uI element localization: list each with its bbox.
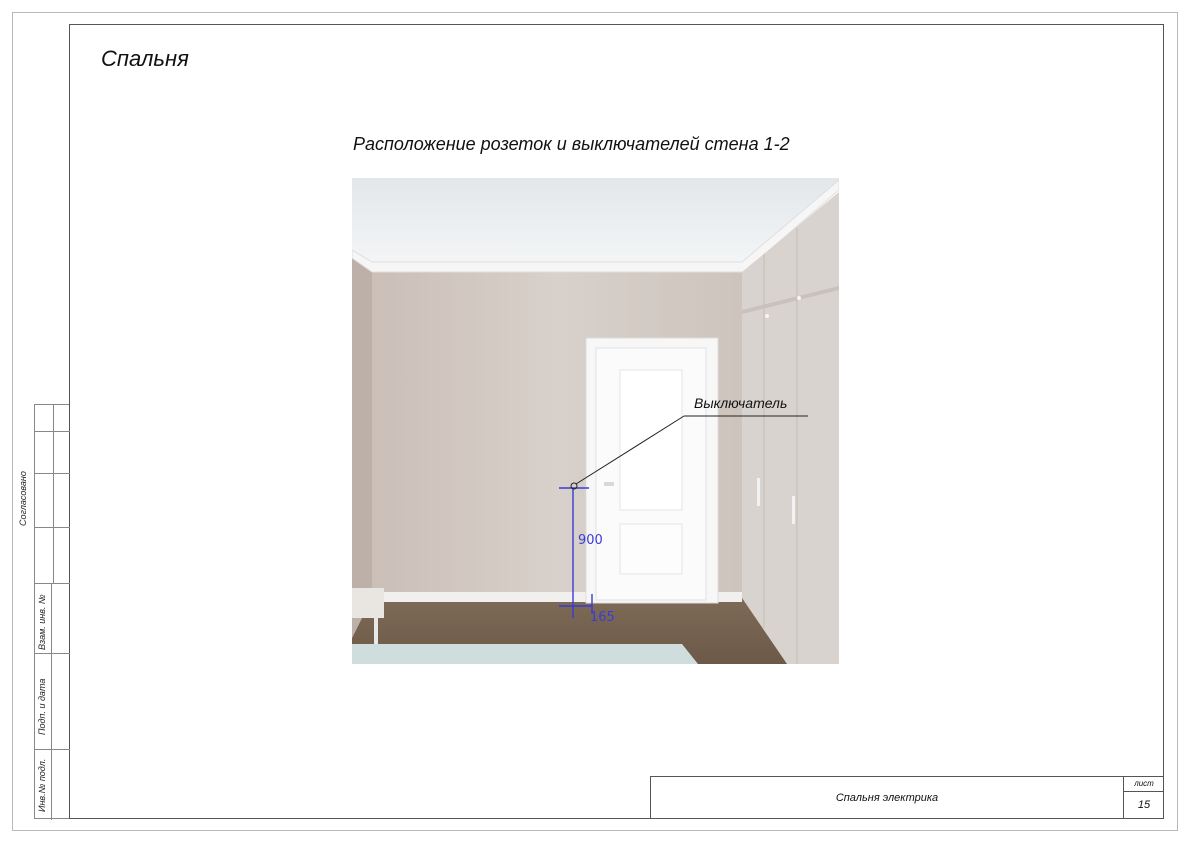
title-block: Спальня электрика лист 15 xyxy=(650,776,1164,819)
room-render xyxy=(352,178,839,664)
sheet-label: лист xyxy=(1124,777,1164,792)
inv-orig-label: Инв.№ подл. xyxy=(37,758,47,812)
approved-label: Согласовано xyxy=(18,471,28,526)
sign-date-label: Подп. и дата xyxy=(37,678,47,735)
dimension-height: 900 xyxy=(578,533,603,548)
drawing-name: Спальня электрика xyxy=(835,792,939,804)
dimension-offset: 165 xyxy=(590,610,615,625)
room-title: Спальня xyxy=(101,46,189,71)
sheet-cell: лист 15 xyxy=(1123,777,1164,819)
inv-replace-label: Взам. инв. № xyxy=(37,594,47,650)
view-title: Расположение розеток и выключателей стен… xyxy=(353,134,790,154)
switch-callout: Выключатель xyxy=(694,395,788,411)
sheet-number: 15 xyxy=(1137,799,1151,811)
room-render-image xyxy=(352,178,839,664)
